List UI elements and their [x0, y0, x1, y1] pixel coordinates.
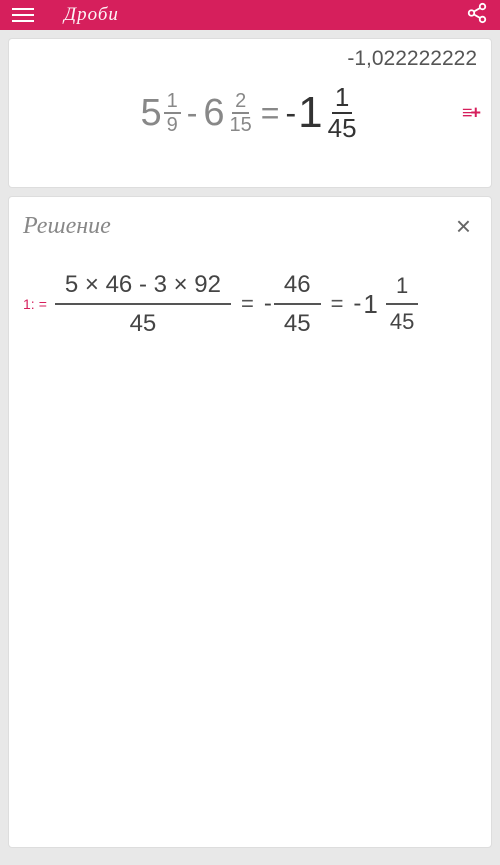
solution-card: Решение × 1: = 5 × 46 - 3 × 92 45 = - 46…	[8, 196, 492, 848]
more-icon[interactable]: ≡+	[462, 103, 479, 124]
step-equals-3: =	[331, 291, 344, 317]
step-equals-2: =	[241, 291, 254, 317]
step-fraction-2: 46 45	[274, 266, 321, 342]
equals-sign: =	[261, 95, 280, 132]
step-fraction-1: 5 × 46 - 3 × 92 45	[55, 266, 231, 342]
step-equals: =	[39, 296, 47, 312]
decimal-result: -1,022222222	[347, 47, 477, 71]
solution-header: Решение ×	[23, 211, 477, 242]
result-term: 1 1 45	[298, 83, 359, 142]
share-icon[interactable]	[466, 2, 488, 29]
app-title: Дроби	[64, 4, 119, 26]
step-mixed-result: 1 1 45	[363, 269, 424, 340]
negative-sign: -	[285, 95, 296, 132]
solution-step-1: 1: = 5 × 46 - 3 × 92 45 = - 46 45 = - 1 …	[23, 266, 477, 342]
step-number: 1:	[23, 296, 35, 312]
solution-title: Решение	[23, 213, 111, 240]
close-icon[interactable]: ×	[450, 211, 477, 242]
equation-card: -1,022222222 5 1 9 - 6 2 15 = - 1 1 45 ≡…	[8, 38, 492, 188]
term-2: 6 2 15	[203, 90, 254, 136]
app-header: Дроби	[0, 0, 500, 30]
menu-icon[interactable]	[12, 8, 34, 22]
negative-sign-2: -	[264, 290, 272, 318]
minus-operator: -	[187, 95, 198, 132]
negative-sign-3: -	[353, 290, 361, 318]
term-1: 5 1 9	[140, 90, 180, 136]
